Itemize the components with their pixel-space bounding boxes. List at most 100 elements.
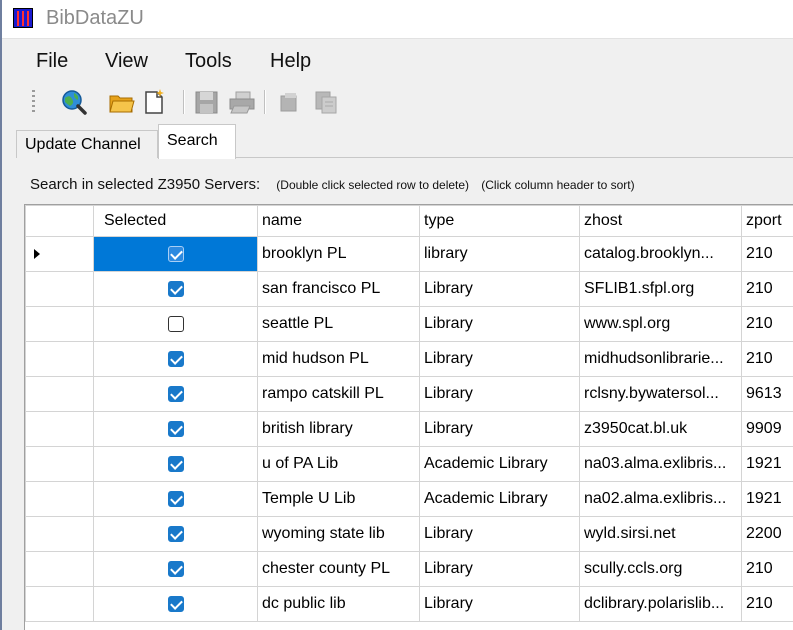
selected-checkbox[interactable] bbox=[167, 560, 184, 577]
new-document-icon[interactable] bbox=[140, 88, 168, 116]
row-header-corner[interactable] bbox=[25, 205, 94, 237]
type-cell[interactable]: library bbox=[419, 236, 580, 272]
row-header[interactable] bbox=[25, 551, 94, 587]
table-row[interactable]: san francisco PL Library SFLIB1.sfpl.org 21… bbox=[25, 271, 793, 307]
menu-help[interactable]: Help bbox=[270, 50, 311, 73]
type-cell[interactable]: Academic Library bbox=[419, 446, 580, 482]
zhost-cell[interactable]: na03.alma.exlibris... bbox=[579, 446, 742, 482]
row-header[interactable] bbox=[25, 341, 94, 377]
selected-cell[interactable] bbox=[93, 271, 258, 307]
selected-cell[interactable] bbox=[93, 516, 258, 552]
table-row[interactable]: wyoming state lib Library wyld.sirsi.net 22… bbox=[25, 516, 793, 552]
table-row[interactable]: british library Library z3950cat.bl.uk 9909 bbox=[25, 411, 793, 447]
zport-cell[interactable]: 210 bbox=[741, 551, 793, 587]
zhost-cell[interactable]: wyld.sirsi.net bbox=[579, 516, 742, 552]
name-cell[interactable]: chester county PL bbox=[257, 551, 420, 587]
zhost-cell[interactable]: scully.ccls.org bbox=[579, 551, 742, 587]
name-cell[interactable]: u of PA Lib bbox=[257, 446, 420, 482]
menu-file[interactable]: File bbox=[36, 50, 68, 73]
zport-cell[interactable]: 2200 bbox=[741, 516, 793, 552]
selected-cell[interactable] bbox=[93, 446, 258, 482]
selected-checkbox[interactable] bbox=[167, 385, 184, 402]
row-header[interactable] bbox=[25, 411, 94, 447]
selected-checkbox[interactable] bbox=[167, 490, 184, 507]
type-cell[interactable]: Library bbox=[419, 516, 580, 552]
table-row[interactable]: dc public lib Library dclibrary.polarislib… bbox=[25, 586, 793, 622]
name-cell[interactable]: dc public lib bbox=[257, 586, 420, 622]
column-header-zport[interactable]: zport bbox=[741, 205, 793, 237]
zport-cell[interactable]: 210 bbox=[741, 271, 793, 307]
table-row[interactable]: Temple U Lib Academic Library na02.alma.ex… bbox=[25, 481, 793, 517]
zport-cell[interactable]: 9909 bbox=[741, 411, 793, 447]
paste-icon[interactable] bbox=[312, 88, 340, 116]
save-icon[interactable] bbox=[193, 88, 221, 116]
table-row[interactable]: brooklyn PL library catalog.brooklyn... 210 bbox=[25, 236, 793, 272]
menu-view[interactable]: View bbox=[105, 50, 148, 73]
row-header[interactable] bbox=[25, 586, 94, 622]
selected-cell[interactable] bbox=[93, 411, 258, 447]
selected-cell[interactable] bbox=[93, 306, 258, 342]
zport-cell[interactable]: 210 bbox=[741, 236, 793, 272]
selected-cell[interactable] bbox=[93, 376, 258, 412]
zhost-cell[interactable]: dclibrary.polarislib... bbox=[579, 586, 742, 622]
selected-cell[interactable] bbox=[93, 236, 258, 272]
type-cell[interactable]: Library bbox=[419, 341, 580, 377]
tab-update-channel[interactable]: Update Channel bbox=[16, 130, 158, 158]
name-cell[interactable]: san francisco PL bbox=[257, 271, 420, 307]
menu-tools[interactable]: Tools bbox=[185, 50, 232, 73]
selected-checkbox[interactable] bbox=[167, 280, 184, 297]
open-folder-icon[interactable] bbox=[108, 88, 136, 116]
selected-checkbox[interactable] bbox=[167, 525, 184, 542]
zport-cell[interactable]: 210 bbox=[741, 306, 793, 342]
selected-checkbox[interactable] bbox=[167, 350, 184, 367]
servers-grid[interactable]: Selected name type zhost zport brooklyn … bbox=[24, 204, 793, 630]
table-row[interactable]: rampo catskill PL Library rclsny.bywaterso… bbox=[25, 376, 793, 412]
zhost-cell[interactable]: rclsny.bywatersol... bbox=[579, 376, 742, 412]
zhost-cell[interactable]: SFLIB1.sfpl.org bbox=[579, 271, 742, 307]
row-header[interactable] bbox=[25, 481, 94, 517]
tab-search[interactable]: Search bbox=[158, 124, 236, 159]
row-header[interactable] bbox=[25, 376, 94, 412]
column-header-type[interactable]: type bbox=[419, 205, 580, 237]
name-cell[interactable]: wyoming state lib bbox=[257, 516, 420, 552]
row-header[interactable] bbox=[25, 306, 94, 342]
name-cell[interactable]: Temple U Lib bbox=[257, 481, 420, 517]
name-cell[interactable]: rampo catskill PL bbox=[257, 376, 420, 412]
column-header-selected[interactable]: Selected bbox=[93, 205, 258, 237]
zhost-cell[interactable]: midhudsonlibrarie... bbox=[579, 341, 742, 377]
selected-cell[interactable] bbox=[93, 341, 258, 377]
print-icon[interactable] bbox=[228, 88, 256, 116]
table-row[interactable]: chester county PL Library scully.ccls.org 2… bbox=[25, 551, 793, 587]
zport-cell[interactable]: 1921 bbox=[741, 446, 793, 482]
copy-icon[interactable] bbox=[276, 88, 304, 116]
row-header[interactable] bbox=[25, 271, 94, 307]
name-cell[interactable]: seattle PL bbox=[257, 306, 420, 342]
zhost-cell[interactable]: catalog.brooklyn... bbox=[579, 236, 742, 272]
zport-cell[interactable]: 210 bbox=[741, 341, 793, 377]
column-header-zhost[interactable]: zhost bbox=[579, 205, 742, 237]
search-globe-icon[interactable] bbox=[60, 88, 88, 116]
zhost-cell[interactable]: z3950cat.bl.uk bbox=[579, 411, 742, 447]
row-header[interactable] bbox=[25, 516, 94, 552]
table-row[interactable]: mid hudson PL Library midhudsonlibrarie...… bbox=[25, 341, 793, 377]
type-cell[interactable]: Library bbox=[419, 271, 580, 307]
row-header[interactable] bbox=[25, 236, 94, 272]
type-cell[interactable]: Library bbox=[419, 586, 580, 622]
type-cell[interactable]: Academic Library bbox=[419, 481, 580, 517]
zport-cell[interactable]: 210 bbox=[741, 586, 793, 622]
zhost-cell[interactable]: www.spl.org bbox=[579, 306, 742, 342]
selected-checkbox[interactable] bbox=[167, 455, 184, 472]
selected-cell[interactable] bbox=[93, 551, 258, 587]
type-cell[interactable]: Library bbox=[419, 411, 580, 447]
name-cell[interactable]: brooklyn PL bbox=[257, 236, 420, 272]
name-cell[interactable]: mid hudson PL bbox=[257, 341, 420, 377]
row-header[interactable] bbox=[25, 446, 94, 482]
toolbar-grip[interactable] bbox=[32, 90, 35, 114]
selected-checkbox[interactable] bbox=[167, 595, 184, 612]
type-cell[interactable]: Library bbox=[419, 551, 580, 587]
selected-checkbox[interactable] bbox=[167, 420, 184, 437]
zport-cell[interactable]: 9613 bbox=[741, 376, 793, 412]
type-cell[interactable]: Library bbox=[419, 376, 580, 412]
selected-checkbox[interactable] bbox=[167, 315, 184, 332]
name-cell[interactable]: british library bbox=[257, 411, 420, 447]
